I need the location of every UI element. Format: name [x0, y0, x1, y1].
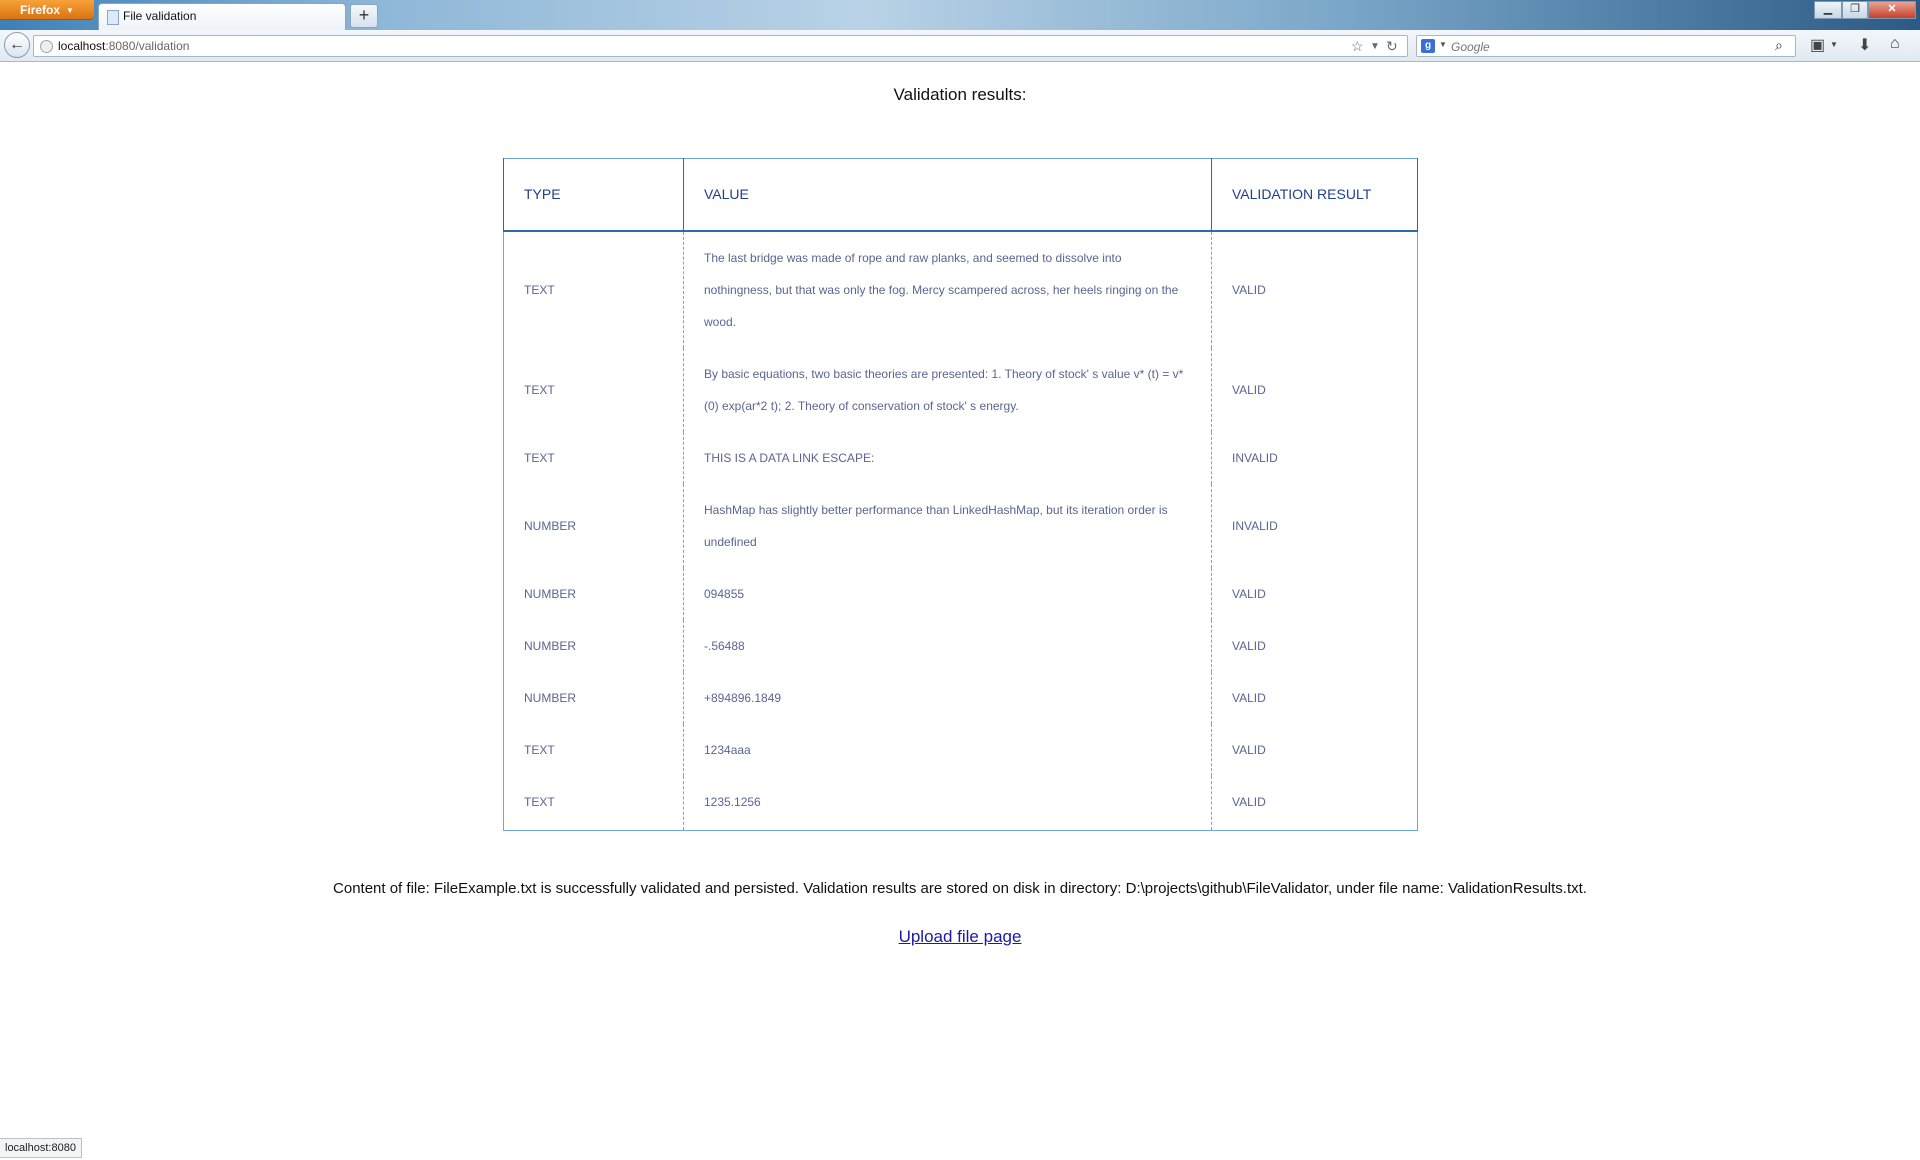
cell-type: NUMBER: [503, 567, 684, 620]
new-tab-button[interactable]: +: [350, 4, 378, 28]
table-row: NUMBER +894896.1849 VALID: [503, 671, 1418, 724]
table-row: TEXT 1234aaa VALID: [503, 723, 1418, 776]
chevron-down-icon: ▼: [66, 6, 74, 15]
cell-value: 094855: [683, 567, 1212, 620]
cell-validation-result: VALID: [1211, 671, 1418, 724]
cell-value: By basic equations, two basic theories a…: [683, 347, 1212, 432]
close-window-button[interactable]: ✕: [1868, 1, 1916, 19]
cell-value: -.56488: [683, 619, 1212, 672]
bookmarks-icon[interactable]: ▣: [1810, 35, 1825, 55]
tab-title: File validation: [123, 9, 197, 23]
address-bar[interactable]: localhost:8080/validation ☆ ▼ ↻: [33, 35, 1408, 57]
cell-validation-result: VALID: [1211, 775, 1418, 830]
table-row: TEXT THIS IS A DATA LINK ESCAPE: INVALID: [503, 431, 1418, 484]
firefox-menu-label: Firefox: [20, 3, 61, 17]
cell-validation-result: INVALID: [1211, 483, 1418, 568]
history-dropdown-icon[interactable]: ▼: [1370, 41, 1380, 52]
maximize-button[interactable]: ❐: [1842, 1, 1868, 19]
bookmark-star-icon[interactable]: ☆: [1351, 38, 1364, 55]
cell-value: 1235.1256: [683, 775, 1212, 830]
cell-value: THIS IS A DATA LINK ESCAPE:: [683, 431, 1212, 484]
url-host: localhost: [58, 39, 106, 53]
reload-icon[interactable]: ↻: [1386, 38, 1398, 55]
column-header-validation-result: VALIDATION RESULT: [1211, 158, 1418, 232]
table-header-row: TYPE VALUE VALIDATION RESULT: [503, 158, 1418, 232]
url-text: localhost:8080/validation: [58, 39, 189, 53]
upload-link-container: Upload file page: [0, 927, 1920, 947]
firefox-menu-button[interactable]: Firefox ▼: [0, 0, 94, 20]
tab-file-validation[interactable]: File validation: [98, 3, 346, 30]
column-header-type: TYPE: [503, 158, 684, 232]
download-icon[interactable]: ⬇: [1858, 35, 1871, 55]
cell-value: 1234aaa: [683, 723, 1212, 776]
cell-validation-result: VALID: [1211, 230, 1418, 348]
chevron-down-icon[interactable]: ▼: [1830, 40, 1838, 49]
upload-file-page-link[interactable]: Upload file page: [899, 927, 1022, 946]
search-bar[interactable]: g ▼ ⌕: [1416, 35, 1796, 57]
cell-value: The last bridge was made of rope and raw…: [683, 230, 1212, 348]
home-icon[interactable]: ⌂: [1890, 35, 1900, 53]
cell-validation-result: VALID: [1211, 619, 1418, 672]
table-row: TEXT By basic equations, two basic theori…: [503, 347, 1418, 432]
table-row: TEXT 1235.1256 VALID: [503, 775, 1418, 830]
page-icon: [107, 10, 119, 25]
cell-value: HashMap has slightly better performance …: [683, 483, 1212, 568]
cell-value: +894896.1849: [683, 671, 1212, 724]
cell-validation-result: VALID: [1211, 723, 1418, 776]
search-input[interactable]: [1449, 37, 1753, 57]
cell-type: TEXT: [503, 347, 684, 432]
search-icon[interactable]: ⌕: [1775, 37, 1783, 54]
google-icon[interactable]: g: [1421, 39, 1435, 53]
status-bar: localhost:8080: [0, 1138, 82, 1158]
window-titlebar: Firefox ▼ File validation + ▁ ❐ ✕: [0, 0, 1920, 30]
site-identity-icon[interactable]: [40, 40, 53, 53]
chevron-down-icon[interactable]: ▼: [1439, 40, 1447, 49]
cell-type: TEXT: [503, 775, 684, 830]
minimize-button[interactable]: ▁: [1814, 1, 1842, 19]
cell-type: TEXT: [503, 723, 684, 776]
table-row: NUMBER 094855 VALID: [503, 567, 1418, 620]
table-row: TEXT The last bridge was made of rope and…: [503, 230, 1418, 348]
column-header-value: VALUE: [683, 158, 1212, 232]
back-button[interactable]: ←: [4, 32, 30, 58]
cell-validation-result: INVALID: [1211, 431, 1418, 484]
result-message: Content of file: FileExample.txt is succ…: [333, 880, 1587, 897]
cell-validation-result: VALID: [1211, 347, 1418, 432]
page-title: Validation results:: [893, 85, 1027, 104]
navigation-toolbar: ← localhost:8080/validation ☆ ▼ ↻ g ▼ ⌕ …: [0, 30, 1920, 62]
back-arrow-icon: ←: [9, 36, 25, 53]
table-row: NUMBER HashMap has slightly better perfor…: [503, 483, 1418, 568]
validation-results-table: TYPE VALUE VALIDATION RESULT TEXT The las…: [503, 158, 1418, 831]
table-row: NUMBER -.56488 VALID: [503, 619, 1418, 672]
cell-type: TEXT: [503, 230, 684, 348]
cell-type: NUMBER: [503, 619, 684, 672]
table-body: TEXT The last bridge was made of rope and…: [503, 230, 1418, 830]
url-path: :8080/validation: [105, 39, 190, 53]
cell-validation-result: VALID: [1211, 567, 1418, 620]
cell-type: NUMBER: [503, 671, 684, 724]
cell-type: TEXT: [503, 431, 684, 484]
cell-type: NUMBER: [503, 483, 684, 568]
